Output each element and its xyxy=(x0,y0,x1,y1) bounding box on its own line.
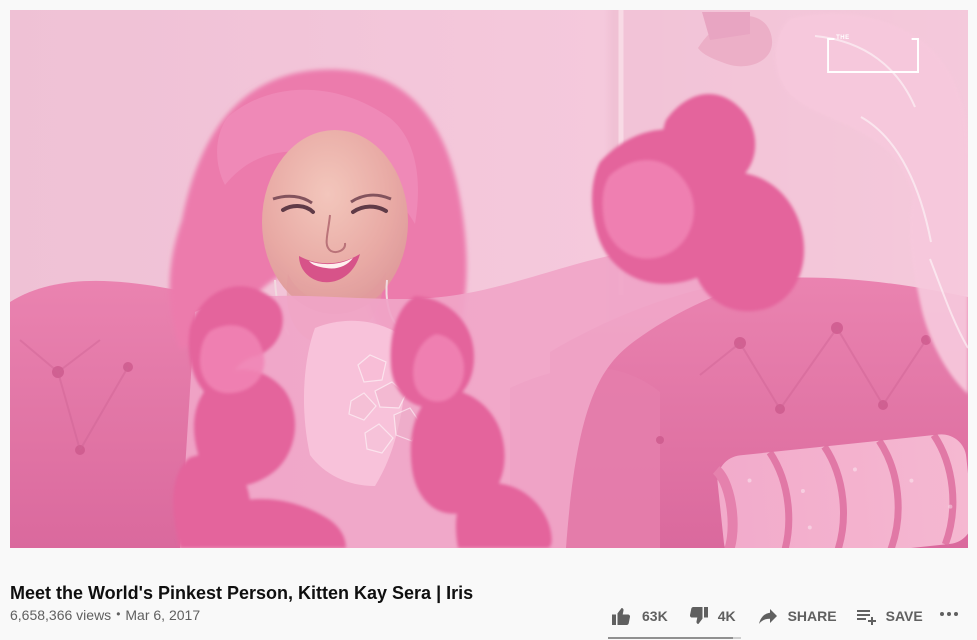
playlist-add-icon xyxy=(854,604,878,628)
meta-separator: • xyxy=(116,607,121,621)
share-icon xyxy=(756,604,780,628)
share-label: SHARE xyxy=(787,608,837,624)
watch-page: THE SCENE Meet the World's Pinkest Perso… xyxy=(0,0,977,640)
dislike-button[interactable]: 4K xyxy=(686,604,736,628)
save-label: SAVE xyxy=(885,608,923,624)
more-actions-button[interactable] xyxy=(937,604,961,628)
dislike-count: 4K xyxy=(717,608,736,624)
video-frame xyxy=(10,10,968,548)
video-title: Meet the World's Pinkest Person, Kitten … xyxy=(10,583,474,604)
view-count: 6,658,366 views xyxy=(10,607,112,623)
like-count: 63K xyxy=(642,608,668,624)
video-actions: 63K 4K SHARE SAVE xyxy=(610,602,961,630)
more-horizontal-icon xyxy=(937,602,961,631)
sentiment-bar xyxy=(608,637,741,639)
video-player[interactable]: THE SCENE xyxy=(10,10,968,548)
thumb-down-icon xyxy=(686,604,710,628)
like-button[interactable]: 63K xyxy=(610,604,668,628)
publish-date: Mar 6, 2017 xyxy=(125,607,201,623)
save-button[interactable]: SAVE xyxy=(854,604,923,628)
sentiment-like-fill xyxy=(608,637,734,639)
share-button[interactable]: SHARE xyxy=(756,604,837,628)
video-meta: 6,658,366 views • Mar 6, 2017 xyxy=(10,604,200,626)
thumb-up-icon xyxy=(610,604,634,628)
